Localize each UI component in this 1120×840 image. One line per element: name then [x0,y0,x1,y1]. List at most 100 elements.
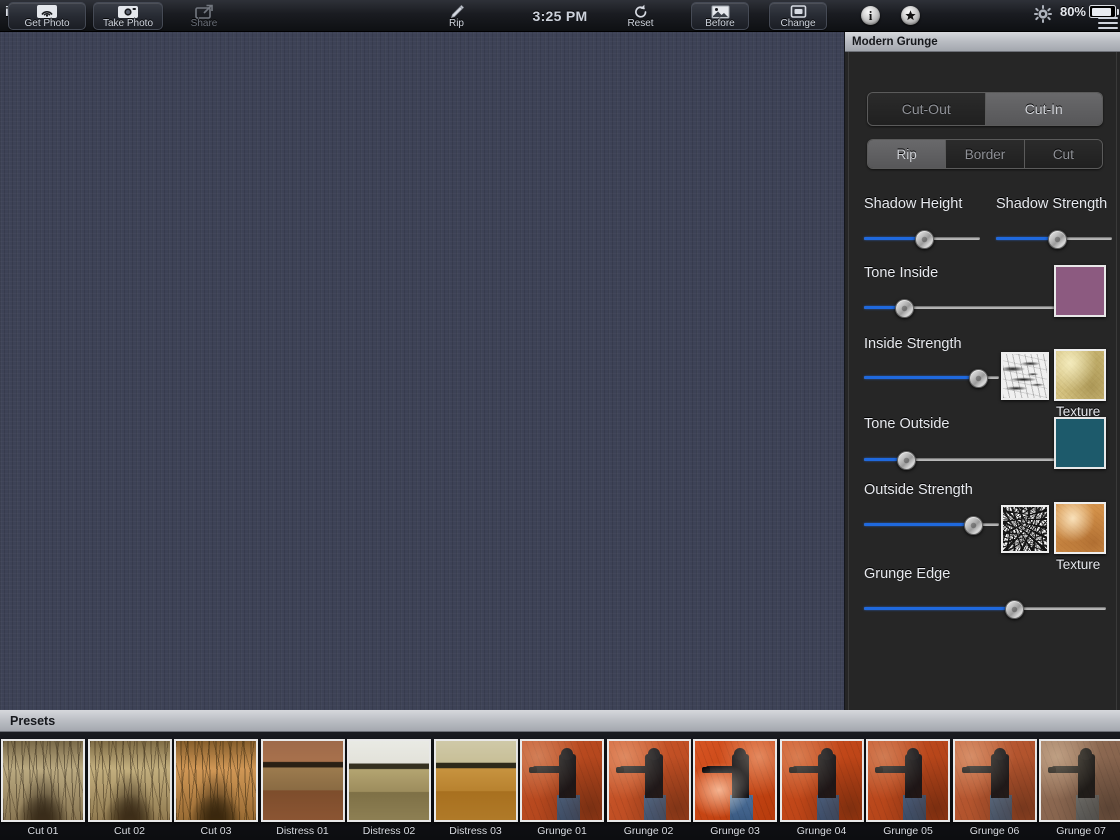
preset-item[interactable]: Distress 02 [346,739,432,837]
preset-thumbnail[interactable] [88,739,172,822]
top-toolbar: iPad Get Photo Take Photo Share Rip [0,0,1120,32]
preset-thumbnail[interactable] [520,739,604,822]
preset-thumbnail[interactable] [434,739,518,822]
preset-thumbnail[interactable] [607,739,691,822]
tab-cut-in[interactable]: Cut-In [986,93,1103,125]
paper-texture-art [1056,351,1104,399]
wifi-photo-icon [36,4,58,19]
effect-panel: Modern Grunge Cut-Out Cut-In Rip Border … [845,32,1120,710]
presets-strip[interactable]: Cut 01 Cut 02 Cut 03 Distress 01Distress 02… [0,732,1120,840]
slider-thumb[interactable] [969,369,988,388]
slider-thumb[interactable] [964,516,983,535]
outside-strength-label: Outside Strength [864,482,973,498]
hamburger-menu-icon[interactable] [1098,17,1118,32]
preset-thumbnail[interactable] [693,739,777,822]
preset-item[interactable]: Cut 03 [173,739,259,837]
outside-strength-slider[interactable] [864,516,999,534]
inside-strength-label: Inside Strength [864,336,962,352]
outside-grunge-mask-swatch[interactable] [1001,505,1049,553]
preset-thumbnail[interactable] [1039,739,1120,822]
slider-thumb[interactable] [895,299,914,318]
star-icon[interactable] [901,6,920,25]
tab-border[interactable]: Border [946,140,1024,168]
change-label: Change [780,19,815,29]
preset-thumbnail[interactable] [1,739,85,822]
tab-rip[interactable]: Rip [868,140,946,168]
preset-thumbnail[interactable] [866,739,950,822]
preset-item[interactable]: Grunge 01 [519,739,605,837]
battery-percent-label: 80% [1060,4,1086,19]
presets-title-label: Presets [10,714,55,728]
grunge-edge-label: Grunge Edge [864,566,950,582]
preset-item[interactable]: Grunge 02 [606,739,692,837]
preset-label: Grunge 07 [1056,825,1106,837]
grunge-edge-slider[interactable] [864,600,1106,618]
preset-label: Cut 03 [201,825,232,837]
tone-inside-label: Tone Inside [864,265,938,281]
preset-thumbnail[interactable] [261,739,345,822]
slider-thumb[interactable] [915,230,934,249]
tone-inside-color-swatch[interactable] [1054,265,1106,317]
before-button[interactable]: Before [691,2,749,30]
clock: 3:25 PM [0,0,1120,32]
gear-icon[interactable] [1034,5,1052,23]
preset-item[interactable]: Grunge 04 [779,739,865,837]
inside-paper-texture-swatch[interactable] [1054,349,1106,401]
tab-cut-out[interactable]: Cut-Out [868,93,986,125]
rip-tool-label: Rip [449,19,464,29]
inside-strength-slider[interactable] [864,369,999,387]
share-button[interactable]: Share [172,2,236,30]
image-canvas[interactable] [0,32,845,710]
preset-item[interactable]: Grunge 05 [865,739,951,837]
preset-item[interactable]: Distress 01 [260,739,346,837]
reset-button[interactable]: Reset [612,2,669,30]
share-label: Share [191,19,218,29]
preset-thumbnail[interactable] [347,739,431,822]
preset-item[interactable]: Grunge 06 [952,739,1038,837]
tone-outside-slider[interactable] [864,451,1057,469]
rip-tool-button[interactable]: Rip [428,2,485,30]
preset-item[interactable]: Cut 02 [87,739,173,837]
tone-outside-color-swatch[interactable] [1054,417,1106,469]
pen-icon [449,4,465,19]
camera-icon [117,4,139,19]
preset-item[interactable]: Cut 01 [0,739,86,837]
preset-thumbnail[interactable] [953,739,1037,822]
shadow-height-slider[interactable] [864,230,980,248]
preset-label: Grunge 03 [710,825,760,837]
outside-paper-texture-swatch[interactable] [1054,502,1106,554]
preset-item[interactable]: Grunge 03 [692,739,778,837]
change-button[interactable]: Change [769,2,827,30]
slider-fill [864,376,979,379]
battery-fill [1092,8,1111,16]
presets-bar: Presets Cut 01Cut 02Cut 03Distress 01Dis… [0,710,1120,840]
inside-grunge-mask-swatch[interactable] [1001,352,1049,400]
grunge-mask-art [1003,507,1047,551]
preset-label: Grunge 04 [797,825,847,837]
paper-texture-art [1056,504,1104,552]
preset-thumbnail[interactable] [174,739,258,822]
preset-item[interactable]: Grunge 07 [1038,739,1120,837]
preset-item[interactable]: Distress 03 [433,739,519,837]
app-root: iPad Get Photo Take Photo Share Rip [0,0,1120,840]
slider-thumb[interactable] [897,451,916,470]
change-icon [790,4,807,19]
preset-label: Cut 02 [114,825,145,837]
tab-cut[interactable]: Cut [1025,140,1102,168]
panel-title-bar: Modern Grunge [845,32,1120,52]
reset-label: Reset [627,19,653,29]
preset-thumbnail[interactable] [780,739,864,822]
take-photo-button[interactable]: Take Photo [93,2,163,30]
slider-thumb[interactable] [1005,600,1024,619]
preset-label: Grunge 06 [970,825,1020,837]
info-icon[interactable]: i [861,6,880,25]
get-photo-button[interactable]: Get Photo [8,2,86,30]
outside-texture-caption: Texture [1056,557,1100,572]
shadow-height-label: Shadow Height [864,196,962,212]
slider-thumb[interactable] [1048,230,1067,249]
tone-inside-slider[interactable] [864,299,1057,317]
mode-tab-group: Cut-Out Cut-In [867,92,1103,126]
presets-header: Presets [0,710,1120,732]
preset-label: Grunge 02 [624,825,674,837]
shadow-strength-slider[interactable] [996,230,1112,248]
